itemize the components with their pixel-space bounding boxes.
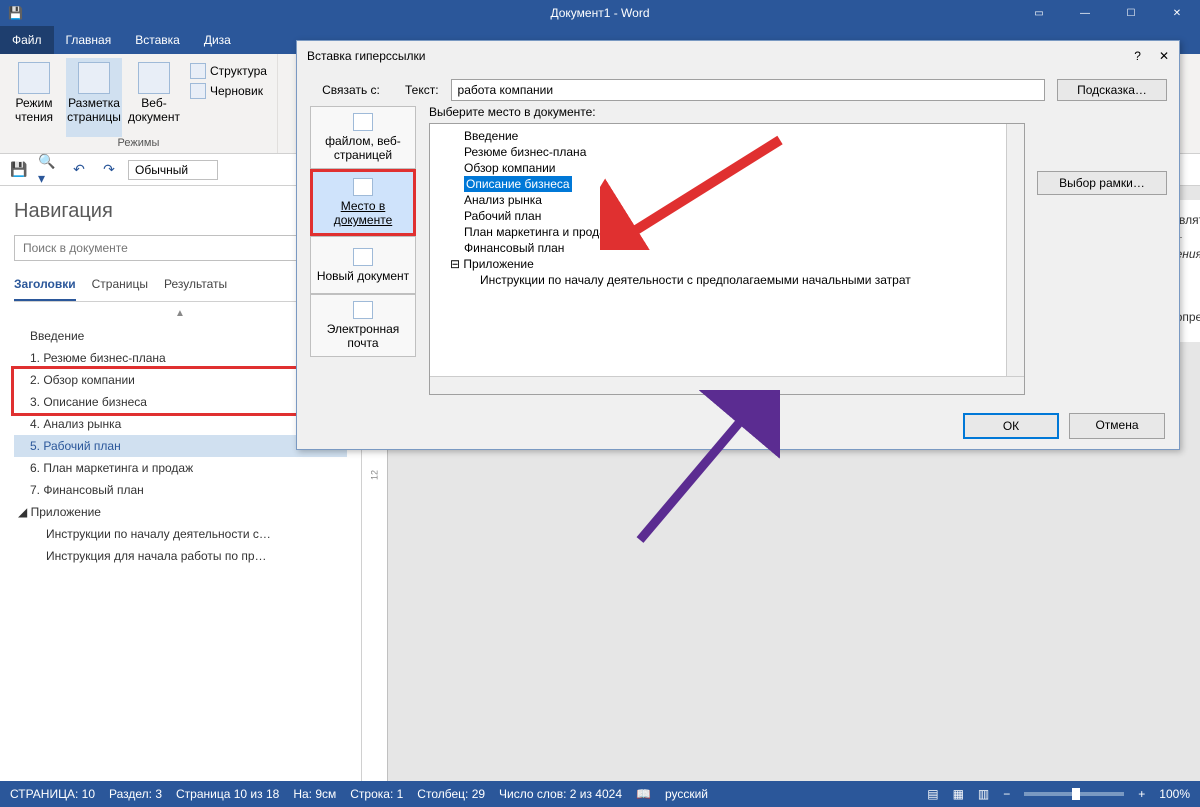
link-type-email[interactable]: Электронная почта — [310, 294, 416, 357]
web-layout-label: Веб-документ — [126, 96, 182, 124]
zoom-slider[interactable] — [1024, 792, 1124, 796]
title-text: Документ1 - Word — [550, 6, 649, 20]
draft-label: Черновик — [210, 84, 263, 98]
annotation-red-arrow — [600, 130, 800, 250]
outline-label: Структура — [210, 64, 267, 78]
file-web-icon — [353, 113, 373, 131]
undo-icon[interactable]: ↶ — [68, 159, 90, 181]
dialog-title-text: Вставка гиперссылки — [307, 49, 425, 63]
dialog-titlebar: Вставка гиперссылки ? ✕ — [297, 41, 1179, 71]
place-in-doc-icon — [353, 178, 373, 196]
target-frame-button[interactable]: Выбор рамки… — [1037, 171, 1167, 195]
tab-insert[interactable]: Вставка — [123, 26, 192, 54]
save-icon[interactable]: 💾 — [8, 159, 30, 181]
tree-item[interactable]: Инструкции по началу деятельности с пред… — [436, 272, 1018, 288]
save-icon[interactable]: 💾 — [8, 6, 23, 20]
status-section[interactable]: Раздел: 3 — [109, 787, 162, 801]
nav-item[interactable]: ◢ Приложение — [14, 501, 347, 523]
tree-label: Выберите место в документе: — [429, 105, 1025, 123]
print-layout-label: Разметка страницы — [66, 96, 122, 124]
status-words[interactable]: Число слов: 2 из 4024 — [499, 787, 622, 801]
redo-icon[interactable]: ↷ — [98, 159, 120, 181]
link-type-label: Электронная почта — [315, 322, 411, 350]
status-bar: СТРАНИЦА: 10 Раздел: 3 Страница 10 из 18… — [0, 781, 1200, 807]
tab-home[interactable]: Главная — [54, 26, 124, 54]
nav-tab-headings[interactable]: Заголовки — [14, 273, 76, 301]
zoom-value[interactable]: 100% — [1159, 787, 1190, 801]
tab-design[interactable]: Диза — [192, 26, 243, 54]
view-web-icon[interactable]: ▥ — [978, 787, 989, 801]
status-spellcheck-icon[interactable]: 📖 — [636, 787, 651, 801]
web-layout-icon — [138, 62, 170, 94]
ok-button[interactable]: ОК — [963, 413, 1059, 439]
ribbon-group-views: Режим чтения Разметка страницы Веб-докум… — [0, 54, 278, 153]
nav-item[interactable]: Инструкция для начала работы по пр… — [14, 545, 347, 567]
view-print-icon[interactable]: ▦ — [953, 787, 964, 801]
group-label-views: Режимы — [6, 137, 271, 149]
tree-vscrollbar[interactable] — [1006, 124, 1024, 376]
print-layout-icon — [78, 62, 110, 94]
tree-item-expandable[interactable]: ⊟ Приложение — [436, 256, 1018, 272]
link-type-label: Место в документе — [317, 199, 409, 227]
screentip-button[interactable]: Подсказка… — [1057, 79, 1167, 101]
draft-icon — [190, 83, 206, 99]
email-icon — [353, 301, 373, 319]
outline-icon — [190, 63, 206, 79]
minimize-icon[interactable]: — — [1062, 0, 1108, 26]
status-page[interactable]: СТРАНИЦА: 10 — [10, 787, 95, 801]
close-icon[interactable]: ✕ — [1154, 0, 1200, 26]
new-doc-icon — [353, 248, 373, 266]
cancel-button[interactable]: Отмена — [1069, 413, 1165, 439]
link-type-file[interactable]: файлом, веб-страницей — [310, 106, 416, 169]
nav-item[interactable]: 7. Финансовый план — [14, 479, 347, 501]
link-type-place[interactable]: Место в документе — [310, 169, 416, 236]
link-type-label: файлом, веб-страницей — [315, 134, 411, 162]
read-mode-label: Режим чтения — [6, 96, 62, 124]
link-type-newdoc[interactable]: Новый документ — [310, 236, 416, 294]
tree-item-label: Приложение — [463, 257, 533, 271]
nav-tab-results[interactable]: Результаты — [164, 273, 227, 301]
status-page-of[interactable]: Страница 10 из 18 — [176, 787, 279, 801]
link-with-label: Связать с: — [309, 83, 393, 97]
status-at[interactable]: На: 9см — [293, 787, 336, 801]
tree-item-label: Описание бизнеса — [464, 176, 572, 192]
title-bar: 💾 Документ1 - Word ▭ — ☐ ✕ — [0, 0, 1200, 26]
dialog-close-icon[interactable]: ✕ — [1159, 49, 1169, 63]
status-line[interactable]: Строка: 1 — [350, 787, 403, 801]
link-type-list: файлом, веб-страницей Место в документе … — [309, 105, 417, 395]
status-col[interactable]: Столбец: 29 — [417, 787, 485, 801]
draft-button[interactable]: Черновик — [186, 82, 271, 100]
nav-item-label: Приложение — [31, 505, 101, 519]
nav-item[interactable]: Инструкции по началу деятельности с… — [14, 523, 347, 545]
text-label: Текст: — [405, 83, 439, 97]
maximize-icon[interactable]: ☐ — [1108, 0, 1154, 26]
zoom-in-icon[interactable]: + — [1138, 787, 1145, 801]
window-controls: ▭ — ☐ ✕ — [1016, 0, 1200, 26]
style-selector[interactable]: Обычный — [128, 160, 218, 180]
nav-tab-pages[interactable]: Страницы — [92, 273, 148, 301]
find-dropdown-icon[interactable]: 🔍▾ — [38, 159, 60, 181]
annotation-purple-arrow — [580, 390, 780, 550]
qat-left: 💾 — [8, 0, 23, 26]
link-type-label: Новый документ — [317, 269, 409, 283]
status-lang[interactable]: русский — [665, 787, 708, 801]
read-mode-icon — [18, 62, 50, 94]
outline-button[interactable]: Структура — [186, 62, 271, 80]
ribbon-opts-icon[interactable]: ▭ — [1016, 0, 1062, 26]
dialog-help-icon[interactable]: ? — [1134, 49, 1141, 63]
zoom-out-icon[interactable]: − — [1003, 787, 1010, 801]
web-layout-button[interactable]: Веб-документ — [126, 58, 182, 137]
display-text-input[interactable] — [451, 79, 1045, 101]
view-read-icon[interactable]: ▤ — [927, 787, 938, 801]
tab-file[interactable]: Файл — [0, 26, 54, 54]
nav-item[interactable]: 6. План маркетинга и продаж — [14, 457, 347, 479]
read-mode-button[interactable]: Режим чтения — [6, 58, 62, 137]
print-layout-button[interactable]: Разметка страницы — [66, 58, 122, 137]
